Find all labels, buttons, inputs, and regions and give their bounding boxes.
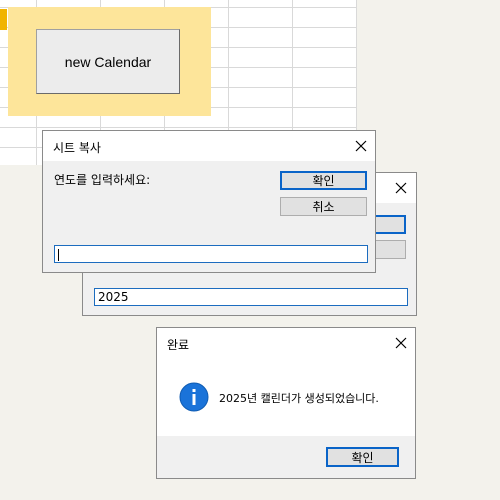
completion-dialog: 완료 2025년 캘린더가 생성되었습니다. 확인 — [156, 327, 416, 479]
ok-button[interactable]: 확인 — [326, 447, 399, 467]
year-input[interactable] — [54, 245, 368, 263]
prompt-label: 연도를 입력하세요: — [54, 173, 151, 187]
close-icon[interactable] — [394, 181, 408, 195]
dialog-titlebar: 시트 복사 — [43, 131, 375, 161]
dialog-title: 완료 — [167, 338, 190, 352]
close-icon[interactable] — [354, 139, 368, 153]
dialog-title: 시트 복사 — [53, 141, 101, 155]
sheet-copy-dialog: 시트 복사 연도를 입력하세요: 확인 취소 — [42, 130, 376, 273]
text-caret — [58, 249, 59, 261]
ok-button[interactable]: 확인 — [280, 171, 367, 190]
new-calendar-button[interactable]: new Calendar — [36, 29, 180, 94]
cancel-button[interactable]: 취소 — [280, 197, 367, 216]
info-icon — [179, 382, 209, 412]
completion-message: 2025년 캘린더가 생성되었습니다. — [219, 392, 379, 405]
sheet-selection-marker — [0, 9, 7, 30]
close-icon[interactable] — [394, 336, 408, 350]
year-input[interactable]: 2025 — [94, 288, 408, 306]
